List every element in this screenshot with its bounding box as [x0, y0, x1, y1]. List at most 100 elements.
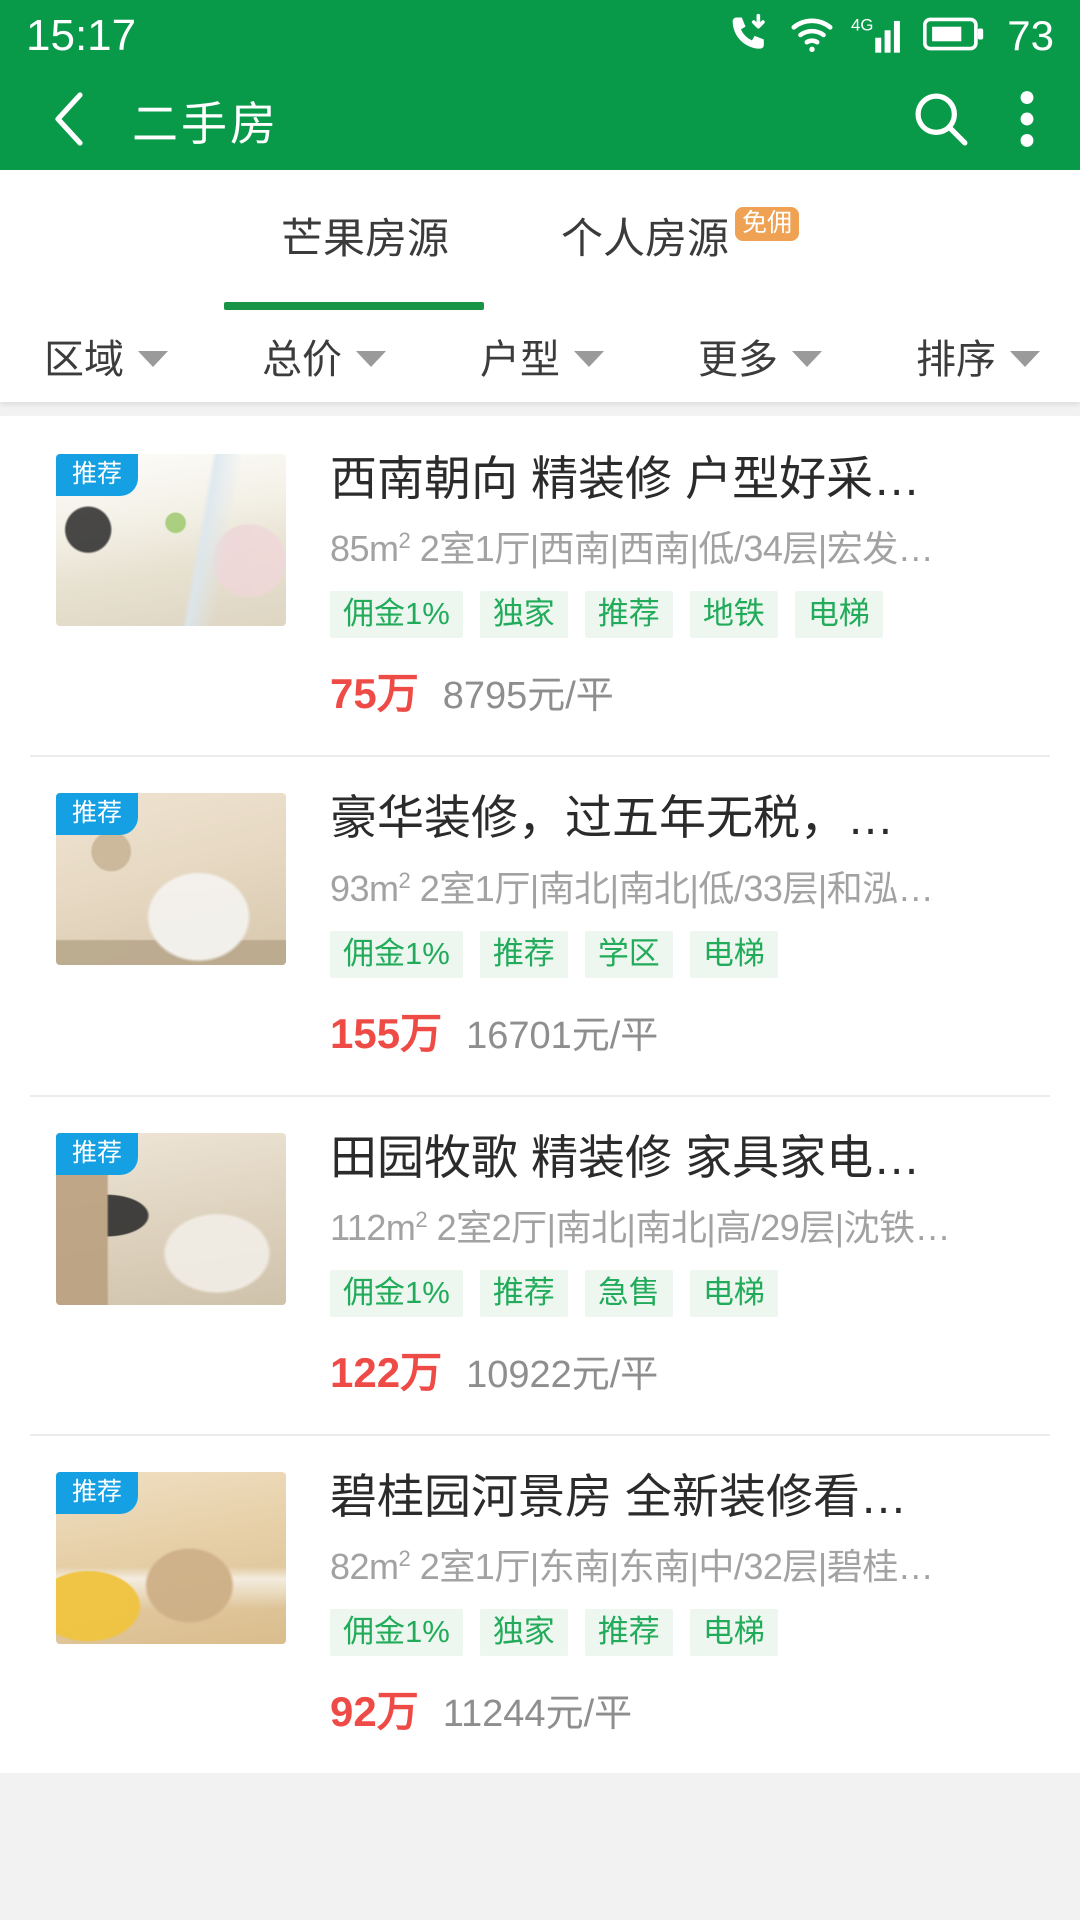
- filter-layout[interactable]: 户型: [480, 327, 604, 385]
- listing-thumbnail[interactable]: 推荐: [56, 1472, 286, 1645]
- filter-bar: 区域 总价 户型 更多 排序: [0, 310, 1080, 402]
- chevron-down-icon: [356, 351, 386, 367]
- area-unit-sup: 2: [398, 528, 411, 554]
- chevron-down-icon: [138, 351, 168, 367]
- more-vertical-icon[interactable]: [1018, 88, 1036, 155]
- svg-text:4G: 4G: [851, 15, 873, 34]
- listing-tag: 电梯: [794, 591, 883, 639]
- listing-info: 豪华装修，过五年无税，… 93m2 2室1厅|南北|南北|低/33层|和泓… 佣…: [286, 793, 1050, 1060]
- listing-tag: 推荐: [479, 930, 568, 978]
- listing-tag: 学区: [584, 930, 673, 978]
- area-unit-sup: 2: [398, 867, 411, 893]
- status-time: 15:17: [26, 11, 137, 60]
- listing-unit-price: 8795元/平: [442, 675, 614, 718]
- filter-label: 更多: [698, 338, 778, 382]
- listing-card[interactable]: 推荐 西南朝向 精装修 户型好采… 85m2 2室1厅|西南|西南|低/34层|…: [0, 416, 1080, 755]
- filter-label: 总价: [262, 338, 342, 382]
- listing-tag: 佣金1%: [330, 591, 463, 639]
- listing-price-row: 122万 10922元/平: [330, 1339, 1050, 1400]
- listing-tag: 推荐: [584, 591, 673, 639]
- filter-label: 区域: [44, 338, 124, 382]
- listing-price-row: 75万 8795元/平: [330, 660, 1050, 721]
- tab-personal-listings[interactable]: 个人房源 免佣: [561, 205, 800, 266]
- listing-tag: 电梯: [689, 1270, 778, 1318]
- listing-detail: 2室2厅|南北|南北|高/29层|沈铁…: [427, 1207, 951, 1249]
- listing-tag: 推荐: [479, 1270, 568, 1318]
- listing-thumbnail[interactable]: 推荐: [56, 793, 286, 966]
- recommended-badge: 推荐: [56, 793, 139, 836]
- battery-level: 73: [1007, 12, 1054, 59]
- listing-detail: 2室1厅|东南|东南|中/32层|碧桂…: [410, 1546, 934, 1588]
- listing-tags: 佣金1% 推荐 急售 电梯: [330, 1270, 1050, 1318]
- listing-area: 82m: [330, 1546, 399, 1588]
- listing-subtitle: 112m2 2室2厅|南北|南北|高/29层|沈铁…: [330, 1199, 1050, 1251]
- listing-thumbnail[interactable]: 推荐: [56, 454, 286, 626]
- listing-detail: 2室1厅|西南|西南|低/34层|宏发…: [410, 528, 934, 570]
- listing-subtitle: 93m2 2室1厅|南北|南北|低/33层|和泓…: [330, 860, 1050, 912]
- listing-title: 西南朝向 精装修 户型好采…: [330, 454, 921, 504]
- listing-total-price: 75万: [330, 670, 419, 718]
- listing-thumbnail[interactable]: 推荐: [56, 1132, 286, 1305]
- listing-title: 碧桂园河景房 全新装修看…: [330, 1472, 908, 1522]
- status-bar: 15:17 4G 73: [0, 0, 1080, 72]
- filter-total-price[interactable]: 总价: [262, 327, 386, 385]
- listing-area: 112m: [330, 1207, 416, 1249]
- area-unit-sup: 2: [415, 1207, 428, 1233]
- listing-area: 93m: [330, 867, 399, 909]
- listing-price-row: 155万 16701元/平: [330, 1000, 1050, 1061]
- listing-title: 豪华装修，过五年无税，…: [330, 793, 894, 843]
- tab-indicator-row: [0, 288, 1080, 310]
- tab-list: 芒果房源 个人房源 免佣: [0, 170, 1080, 288]
- listing-card[interactable]: 推荐 豪华装修，过五年无税，… 93m2 2室1厅|南北|南北|低/33层|和泓…: [0, 755, 1080, 1094]
- app-bar: 二手房: [0, 72, 1080, 170]
- listing-detail: 2室1厅|南北|南北|低/33层|和泓…: [410, 867, 934, 909]
- listing-tag: 急售: [584, 1270, 673, 1318]
- tab-bar: 芒果房源 个人房源 免佣: [0, 170, 1080, 310]
- listing-unit-price: 10922元/平: [466, 1354, 659, 1397]
- tab-mango-listings[interactable]: 芒果房源: [281, 205, 449, 266]
- recommended-badge: 推荐: [56, 454, 139, 496]
- listing-info: 西南朝向 精装修 户型好采… 85m2 2室1厅|西南|西南|低/34层|宏发……: [286, 454, 1050, 721]
- back-chevron-icon: [44, 87, 96, 156]
- listing-price-row: 92万 11244元/平: [330, 1678, 1050, 1739]
- listing-total-price: 155万: [330, 1009, 443, 1057]
- listing-tags: 佣金1% 推荐 学区 电梯: [330, 930, 1050, 978]
- listing-tag: 佣金1%: [330, 930, 463, 978]
- listing-card[interactable]: 推荐 碧桂园河景房 全新装修看… 82m2 2室1厅|东南|东南|中/32层|碧…: [0, 1434, 1080, 1773]
- back-button[interactable]: [34, 85, 106, 157]
- chevron-down-icon: [792, 351, 822, 367]
- listing-tag: 佣金1%: [330, 1609, 463, 1657]
- recommended-badge: 推荐: [56, 1132, 139, 1175]
- listing-tag: 电梯: [689, 930, 778, 978]
- filter-sort[interactable]: 排序: [916, 327, 1040, 385]
- listing-tag: 佣金1%: [330, 1270, 463, 1318]
- listing-tags: 佣金1% 独家 推荐 电梯: [330, 1609, 1050, 1657]
- app-bar-actions: [910, 88, 1046, 155]
- listing-info: 田园牧歌 精装修 家具家电… 112m2 2室2厅|南北|南北|高/29层|沈铁…: [286, 1133, 1050, 1400]
- filter-more[interactable]: 更多: [698, 327, 822, 385]
- listing-unit-price: 11244元/平: [442, 1693, 633, 1736]
- recommended-badge: 推荐: [56, 1472, 139, 1515]
- listing-tag: 独家: [479, 591, 568, 639]
- no-commission-badge: 免佣: [735, 206, 800, 241]
- wifi-icon: [789, 12, 835, 61]
- chevron-down-icon: [1010, 351, 1040, 367]
- listing-unit-price: 16701元/平: [466, 1014, 659, 1057]
- area-unit-sup: 2: [398, 1546, 411, 1572]
- listing-card[interactable]: 推荐 田园牧歌 精装修 家具家电… 112m2 2室2厅|南北|南北|高/29层…: [0, 1094, 1080, 1434]
- listing-tag: 推荐: [584, 1609, 673, 1657]
- tab-label: 芒果房源: [280, 214, 449, 262]
- listing-total-price: 92万: [330, 1688, 419, 1736]
- listing-tag: 地铁: [689, 591, 778, 639]
- listing-tag: 电梯: [689, 1609, 778, 1657]
- battery-icon: [923, 14, 985, 59]
- listing-total-price: 122万: [330, 1349, 443, 1397]
- chevron-down-icon: [574, 351, 604, 367]
- listing-tag: 独家: [479, 1609, 568, 1657]
- filter-label: 户型: [480, 338, 560, 382]
- status-icons: 4G 73: [729, 11, 1054, 62]
- search-icon[interactable]: [910, 88, 972, 155]
- tab-indicator-active: [224, 288, 484, 310]
- listing-area: 85m: [330, 528, 399, 570]
- filter-region[interactable]: 区域: [44, 327, 168, 385]
